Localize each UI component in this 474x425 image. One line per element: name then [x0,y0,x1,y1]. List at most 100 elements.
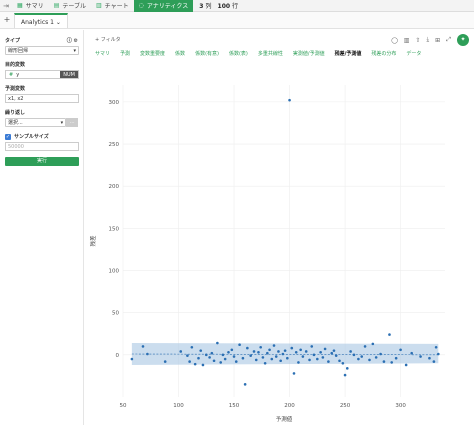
data-point [210,351,214,355]
analytics-tab-label: Analytics 1 [21,19,54,26]
predictor-label: 予測変数 [5,85,78,92]
data-point [130,357,134,361]
x-tick-label: 250 [340,403,351,409]
tab-table[interactable]: ▤ テーブル [49,0,91,12]
target-label: 目的変数 [5,61,78,68]
data-point [270,357,274,361]
add-tab-button[interactable]: + [0,12,14,28]
data-point [434,345,438,349]
chevron-down-icon[interactable]: ⌄ [56,19,61,26]
data-point [312,353,316,357]
tab-table-label: テーブル [62,3,86,10]
run-button[interactable]: 実行 [5,157,79,166]
repeat-options-button[interactable]: … [66,118,78,127]
data-point [316,357,319,361]
data-point [349,350,352,353]
data-point [345,367,349,370]
data-point [246,346,249,350]
column-count: 3 列 [199,1,211,10]
data-point [286,356,289,360]
data-point [283,349,287,352]
column-count-unit: 列 [205,3,212,10]
data-point [238,343,241,347]
data-point [197,356,200,360]
y-tick-label: 150 [109,226,120,232]
data-point [368,358,371,362]
predictor-value: x1, x2 [8,95,24,102]
y-axis-label: 残差 [89,235,97,247]
data-point [388,333,391,336]
data-point [223,357,227,361]
data-point [357,357,360,361]
row-count-unit: 行 [232,3,239,10]
caret-down-icon: ▾ [73,47,76,54]
data-point [332,349,336,352]
data-point [274,355,278,358]
data-point [341,361,345,365]
data-point [279,359,282,363]
data-point [277,350,280,353]
chart-icon: ▥ [96,2,102,9]
tab-analytics[interactable]: ◌ アナリティクス [133,0,194,12]
data-point [371,342,375,346]
data-point [221,353,225,357]
data-point [257,351,260,354]
column-count-value: 3 [199,3,204,10]
tab-summary-label: サマリ [25,3,44,10]
data-point [141,345,145,348]
data-point [259,345,262,349]
data-point [308,358,311,362]
target-variable-field[interactable]: # y NUM [5,70,79,79]
data-point [201,363,205,367]
data-point [199,349,203,352]
data-point [432,360,436,363]
x-tick-label: 50 [120,403,127,409]
sample-size-checkbox[interactable]: ✓ サンプルサイズ [5,133,78,140]
target-label-text: 目的変数 [5,62,26,68]
data-point [190,345,194,349]
collapse-left-icon[interactable]: ⇥ [0,2,12,10]
data-point [321,356,325,359]
data-point [188,360,191,363]
data-point [290,346,294,350]
bulb-icon: ◌ [138,2,144,9]
help-settings-icons[interactable]: ⓘ ⚙ [67,37,78,44]
data-point [266,351,269,355]
data-point [410,351,413,355]
data-point [288,98,291,102]
data-point [254,358,258,362]
data-point [327,360,330,363]
row-count-value: 100 [217,3,231,10]
data-point [204,353,208,357]
type-badge: NUM [60,71,78,78]
repeat-combo: 選択... ▾ … [5,118,78,127]
data-point [219,361,223,364]
table-icon: ▤ [53,2,60,9]
data-point [379,352,382,356]
tab-chart[interactable]: ▥ チャート [91,0,134,12]
data-point [394,356,398,360]
tab-summary[interactable]: ▦ サマリ [12,0,49,12]
data-point [261,356,265,359]
tab-chart-label: チャート [104,3,129,10]
caret-down-icon: ▾ [60,119,64,126]
x-tick-label: 300 [395,403,406,409]
sample-size-placeholder: 50000 [8,143,24,150]
type-select[interactable]: 線形回帰 ▾ [5,46,79,55]
data-point [437,352,440,356]
data-point [272,344,276,347]
summary-icon: ▦ [17,2,23,9]
analytics-tab[interactable]: Analytics 1 ⌄ [14,13,68,28]
data-point [146,352,149,356]
repeat-select[interactable]: 選択... ▾ [5,118,67,127]
data-point [374,356,378,359]
data-point [428,356,431,360]
data-point [241,356,245,360]
data-point [330,351,334,355]
sample-size-input[interactable]: 50000 [5,142,79,151]
data-point [323,347,327,351]
predictor-field[interactable]: x1, x2 [5,94,79,103]
check-icon[interactable]: ✓ [5,133,11,140]
tab-analytics-label: アナリティクス [146,3,189,10]
data-point [390,361,394,364]
